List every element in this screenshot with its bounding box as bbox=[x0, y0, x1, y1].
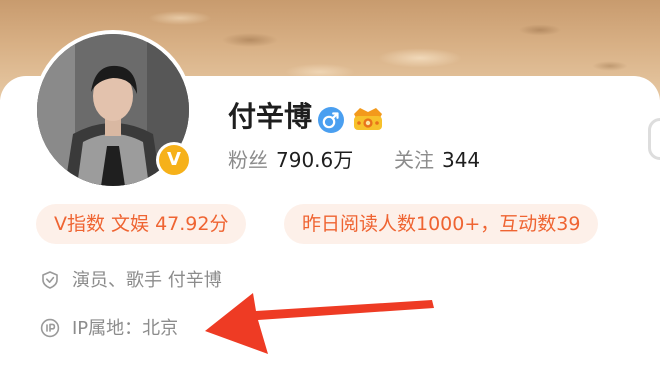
reads-badge[interactable]: 昨日阅读人数1000+，互动数39 bbox=[284, 204, 599, 244]
verified-badge-mark: V bbox=[159, 145, 189, 175]
vip-crown-icon[interactable] bbox=[350, 104, 386, 134]
fans-label: 粉丝 bbox=[228, 148, 268, 172]
ip-row: IP属地：北京 bbox=[40, 314, 178, 344]
follow-label: 关注 bbox=[393, 148, 434, 172]
fans-stat[interactable]: 粉丝 790.6万 bbox=[228, 148, 360, 172]
verified-badge: V bbox=[156, 142, 192, 178]
role-text: 演员、歌手 付辛博 bbox=[72, 270, 222, 291]
profile-name: 付辛博 bbox=[228, 100, 313, 133]
v-index-badge[interactable]: V指数 文娱 47.92分 bbox=[36, 204, 247, 244]
follow-stats: 粉丝 790.6万 关注 344 bbox=[228, 144, 480, 176]
follow-stat[interactable]: 关注 344 bbox=[388, 148, 481, 172]
verified-shield-icon bbox=[42, 271, 58, 289]
ip-icon bbox=[40, 318, 60, 338]
follow-count: 344 bbox=[441, 148, 481, 172]
role-row: 演员、歌手 付辛博 bbox=[40, 266, 222, 296]
male-icon bbox=[318, 107, 344, 133]
side-handle[interactable] bbox=[648, 118, 660, 160]
ip-location-text: IP属地：北京 bbox=[72, 318, 179, 339]
fans-count: 790.6万 bbox=[276, 148, 354, 172]
